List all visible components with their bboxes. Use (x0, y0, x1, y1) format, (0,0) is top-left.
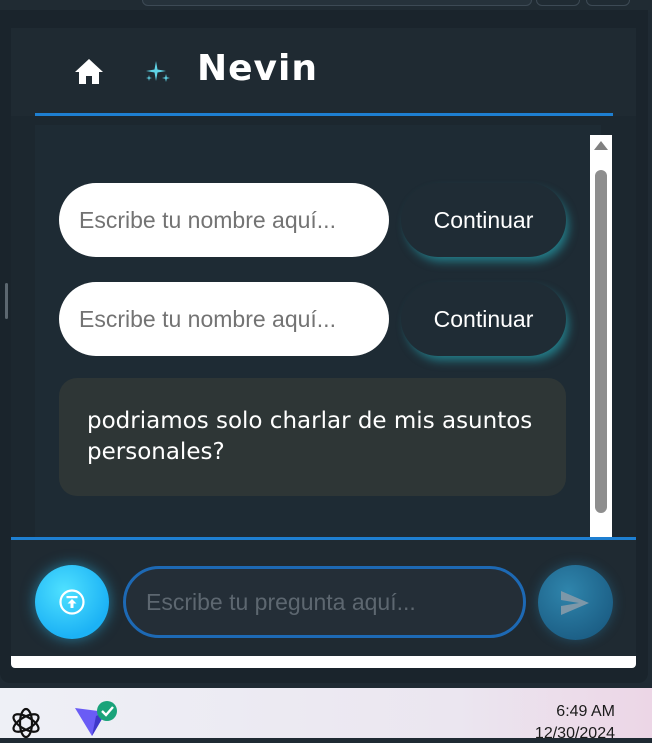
scrollbar[interactable] (590, 135, 612, 547)
verified-check-icon (97, 701, 117, 721)
browser-button[interactable] (586, 0, 630, 6)
clock-date[interactable]: 12/30/2024 (535, 725, 615, 743)
resize-handle[interactable] (5, 283, 8, 319)
name-input[interactable] (59, 183, 389, 257)
scroll-up-arrow-icon[interactable] (594, 141, 608, 150)
chatgpt-icon[interactable] (8, 705, 44, 741)
app-title: Nevin (197, 48, 318, 89)
upload-icon (59, 589, 85, 615)
header-divider (35, 113, 613, 116)
name-input[interactable] (59, 282, 389, 356)
home-icon[interactable] (73, 56, 105, 86)
clock-time[interactable]: 6:49 AM (556, 703, 615, 721)
send-icon (561, 591, 589, 615)
question-input[interactable] (123, 566, 526, 638)
upload-button[interactable] (35, 565, 109, 639)
continue-button[interactable]: Continuar (401, 282, 566, 356)
app-icon[interactable] (72, 700, 120, 738)
scroll-thumb[interactable] (595, 170, 607, 513)
browser-button[interactable] (536, 0, 580, 6)
composer (11, 540, 636, 656)
chat-panel: Nevin Continuar Continuar podriamos solo… (11, 28, 636, 668)
user-message-bubble: podriamos solo charlar de mis asuntos pe… (59, 378, 566, 496)
continue-button[interactable]: Continuar (401, 183, 566, 257)
app-window: Nevin Continuar Continuar podriamos solo… (0, 10, 648, 683)
sparkle-icon (146, 61, 170, 82)
address-bar[interactable] (142, 0, 532, 6)
chat-header: Nevin (11, 28, 636, 116)
send-button[interactable] (538, 565, 613, 640)
user-message-text: podriamos solo charlar de mis asuntos pe… (87, 408, 533, 465)
panel-bottom-edge (11, 656, 636, 668)
message-list: Continuar Continuar podriamos solo charl… (35, 125, 601, 537)
taskbar: 6:49 AM 12/30/2024 (0, 688, 652, 742)
